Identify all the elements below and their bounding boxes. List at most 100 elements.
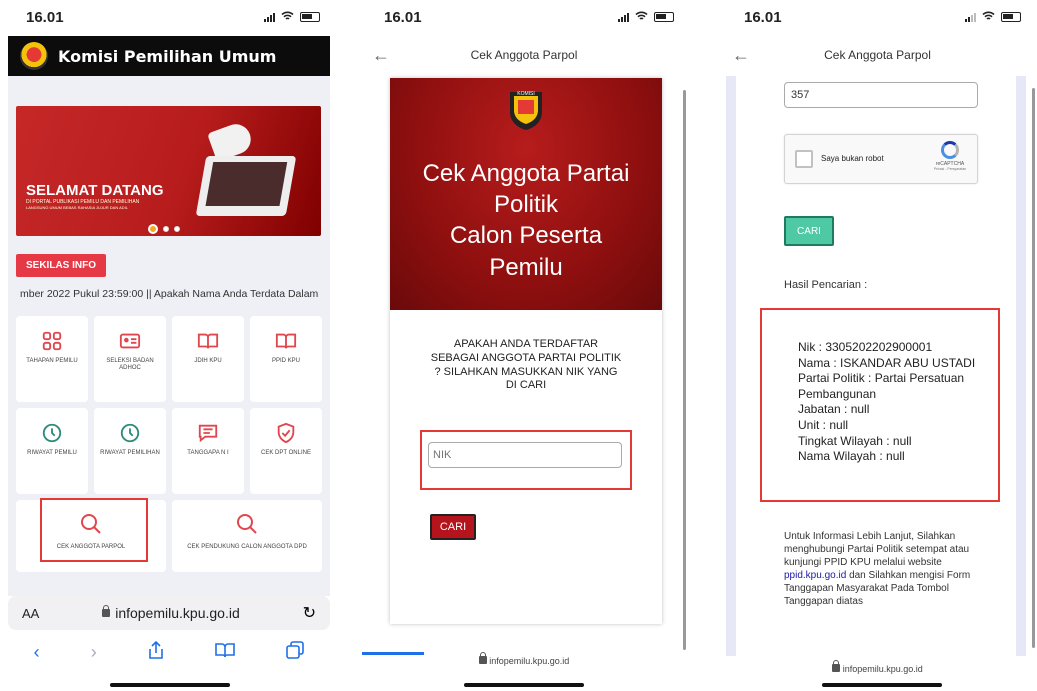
result-jabatan: Jabatan : null	[798, 402, 870, 417]
news-ticker[interactable]: mber 2022 Pukul 23:59:00 || Apakah Nama …	[20, 288, 330, 300]
battery-icon	[300, 12, 320, 22]
browser-toolbar: ‹ ›	[8, 634, 330, 670]
lock-icon	[478, 652, 487, 664]
tile-jdih-kpu[interactable]: JDIH KPU	[172, 316, 244, 402]
url-display[interactable]: infopemilu.kpu.go.id	[102, 605, 240, 621]
nav-title: Cek Anggota Parpol	[470, 48, 578, 62]
banner-tagline: LANGSUNG UMUM BEBAS RAHASIA JUJUR DAN AD…	[26, 205, 129, 210]
scrollbar[interactable]	[1032, 88, 1035, 648]
home-indicator[interactable]	[822, 683, 942, 687]
url-footer[interactable]: infopemilu.kpu.go.id	[718, 660, 1037, 674]
search-icon	[237, 514, 257, 534]
book-icon	[275, 333, 297, 349]
shield-icon	[277, 422, 295, 444]
carousel-dot[interactable]	[163, 226, 169, 232]
carousel-dot[interactable]	[148, 224, 158, 234]
wifi-icon	[635, 10, 648, 24]
lock-icon	[102, 605, 111, 617]
nav-bar: ← Cek Anggota Parpol	[358, 34, 690, 76]
forward-icon[interactable]: ›	[91, 642, 97, 663]
screen-cek-anggota-result: 16.01 ← Cek Anggota Parpol Saya bukan ro…	[718, 0, 1037, 691]
signal-icon	[965, 12, 976, 22]
status-icons	[618, 10, 674, 24]
book-icon	[197, 333, 219, 349]
tile-label: CEK PENDUKUNG CALON ANGGOTA DPD	[187, 544, 307, 550]
info-before: Untuk Informasi Lebih Lanjut, Silahkan m…	[784, 531, 970, 568]
home-indicator[interactable]	[464, 683, 584, 687]
menu-grid: TAHAPAN PEMILU SELEKSI BADAN ADHOC JDIH …	[16, 316, 322, 494]
result-wilayah: Nama Wilayah : null	[798, 449, 905, 464]
cari-button[interactable]: CARI	[784, 216, 834, 246]
tile-riwayat-pemilu[interactable]: RIWAYAT PEMILU	[16, 408, 88, 494]
home-indicator[interactable]	[110, 683, 230, 687]
status-bar: 16.01	[718, 0, 1037, 34]
form-card: KOMISI Cek Anggota Partai Politik Calon …	[390, 78, 662, 624]
ppid-link[interactable]: ppid.kpu.go.id	[784, 570, 846, 581]
url-text: infopemilu.kpu.go.id	[489, 656, 570, 666]
tile-cek-dpt-online[interactable]: CEK DPT ONLINE	[250, 408, 322, 494]
tile-label: SELEKSI BADAN ADHOC	[106, 358, 154, 372]
carousel-dots[interactable]	[148, 224, 180, 234]
hero-section: KOMISI Cek Anggota Partai Politik Calon …	[390, 78, 662, 310]
sekilas-info-badge: SEKILAS INFO	[16, 254, 107, 277]
tile-ppid-kpu[interactable]: PPID KPU	[250, 316, 322, 402]
recaptcha-links[interactable]: Privasi - Persyaratan	[933, 167, 967, 171]
tabs-icon[interactable]	[286, 640, 305, 664]
url-footer[interactable]: infopemilu.kpu.go.id	[358, 652, 690, 666]
tile-riwayat-pemilihan[interactable]: RIWAYAT PEMILIHAN	[94, 408, 166, 494]
tile-tanggapan[interactable]: TANGGAPA N I	[172, 408, 244, 494]
hero-title-line: Calon Peserta	[449, 222, 603, 250]
cari-button[interactable]: CARI	[430, 514, 476, 540]
reload-icon[interactable]: ↻	[303, 603, 316, 623]
status-icons	[264, 10, 320, 24]
screen-cek-anggota-form: 16.01 ← Cek Anggota Parpol KOMISI Cek An…	[358, 0, 690, 691]
site-title: Komisi Pemilihan Umum	[58, 46, 277, 66]
wifi-icon	[982, 10, 995, 24]
share-icon[interactable]	[148, 640, 164, 664]
id-card-icon	[119, 333, 141, 349]
recaptcha-icon	[941, 141, 959, 159]
bookmarks-icon[interactable]	[215, 642, 235, 663]
welcome-banner[interactable]: SELAMAT DATANG DI PORTAL PUBLIKASI PEMIL…	[16, 106, 321, 236]
carousel-dot[interactable]	[174, 226, 180, 232]
tile-label: RIWAYAT PEMILU	[27, 450, 77, 456]
result-nik: Nik : 3305202202900001	[798, 340, 933, 354]
kpu-emblem-icon: KOMISI	[510, 91, 542, 130]
back-arrow-icon[interactable]: ←	[732, 45, 750, 66]
tile-tahapan-pemilu[interactable]: TAHAPAN PEMILU	[16, 316, 88, 402]
svg-text:KOMISI: KOMISI	[517, 91, 535, 97]
recaptcha-logo: reCAPTCHA Privasi - Persyaratan	[933, 141, 967, 171]
url-text: infopemilu.kpu.go.id	[842, 664, 923, 674]
lock-icon	[832, 660, 841, 672]
hero-title: Cek Anggota Partai Politik Calon Peserta…	[390, 158, 662, 283]
banner-title: SELAMAT DATANG	[26, 182, 164, 199]
scrollbar[interactable]	[683, 90, 686, 650]
status-bar: 16.01	[0, 0, 336, 34]
recaptcha-checkbox[interactable]	[795, 150, 813, 168]
chat-icon	[198, 424, 218, 443]
result-nama: Nama : ISKANDAR ABU USTADI	[798, 355, 976, 370]
tile-label: TANGGAPA N I	[187, 450, 229, 456]
screen-home: 16.01 Komisi Pemilihan Umum SELAMAT DATA…	[0, 0, 336, 691]
hero-title-line: Politik	[493, 191, 559, 219]
tile-label: TAHAPAN PEMILU	[26, 358, 78, 364]
back-icon[interactable]: ‹	[34, 642, 40, 663]
reader-aa-button[interactable]: AA	[22, 606, 39, 621]
back-arrow-icon[interactable]: ←	[372, 45, 390, 66]
url-text: infopemilu.kpu.go.id	[115, 605, 240, 621]
result-partai: Partai Politik : Partai Persatuan Pemban…	[798, 371, 965, 401]
tile-label: JDIH KPU	[194, 358, 222, 364]
battery-icon	[654, 12, 674, 22]
status-time: 16.01	[26, 8, 64, 26]
nik-input[interactable]	[784, 82, 978, 108]
recaptcha-label: Saya bukan robot	[821, 154, 884, 163]
result-tingkat: Tingkat Wilayah : null	[798, 433, 912, 448]
page-load-progress	[362, 652, 424, 655]
browser-url-bar[interactable]: AA infopemilu.kpu.go.id ↻	[8, 596, 330, 630]
tile-seleksi-badan-adhoc[interactable]: SELEKSI BADAN ADHOC	[94, 316, 166, 402]
highlight-nik-input	[420, 430, 632, 490]
grid-icon	[42, 331, 62, 351]
signal-icon	[264, 12, 275, 22]
nav-bar: ← Cek Anggota Parpol	[718, 34, 1037, 76]
tile-cek-pendukung-dpd[interactable]: CEK PENDUKUNG CALON ANGGOTA DPD	[172, 500, 322, 572]
